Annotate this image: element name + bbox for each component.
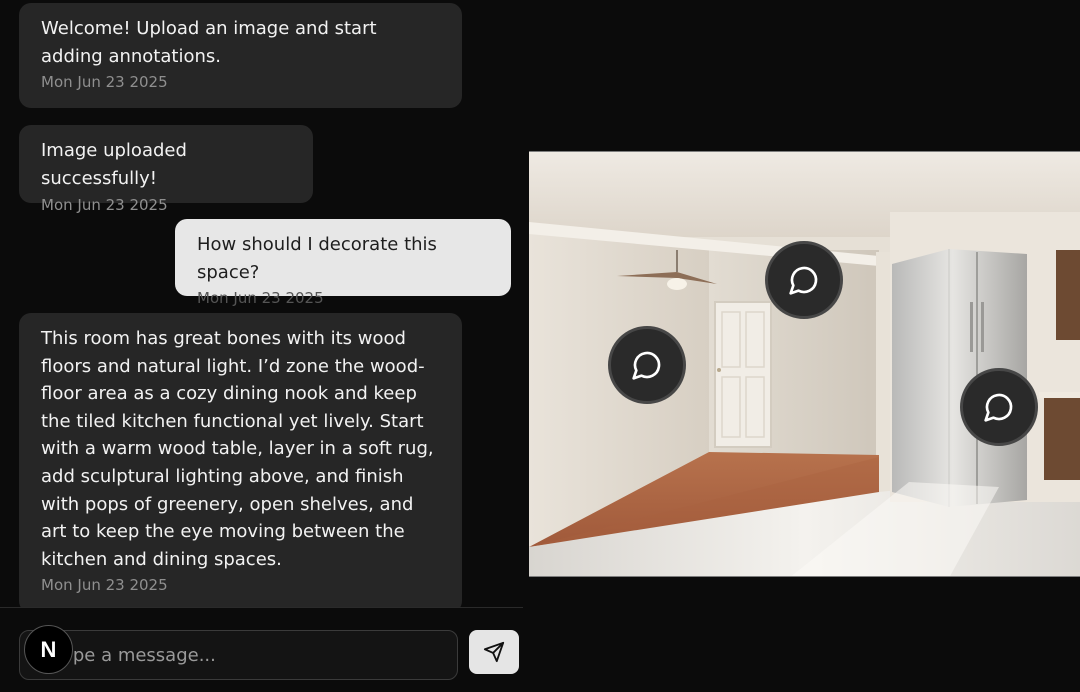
assistant-message: Welcome! Upload an image and start addin… [19,3,462,108]
message-text: Welcome! Upload an image and start addin… [41,18,377,67]
message-circle-icon [789,266,818,295]
app-root: Welcome! Upload an image and start addin… [0,0,1080,692]
assistant-message: This room has great bones with its wood … [19,313,462,607]
image-canvas[interactable] [529,151,1080,577]
brand-logo-badge[interactable]: N [24,625,73,674]
chat-panel: Welcome! Upload an image and start addin… [0,0,523,607]
message-circle-icon [984,393,1013,422]
user-message: How should I decorate this space? Mon Ju… [175,219,511,307]
send-button[interactable] [469,630,519,674]
annotation-pin[interactable] [960,368,1038,446]
message-date: Mon Jun 23 2025 [41,196,168,215]
message-text: This room has great bones with its wood … [41,328,434,570]
composer-divider [0,607,523,608]
send-icon [483,641,505,663]
message-date: Mon Jun 23 2025 [41,73,168,92]
assistant-message: Image uploaded successfully! Mon Jun 23 … [19,125,313,214]
message-circle-icon [632,351,661,380]
message-date: Mon Jun 23 2025 [41,576,168,595]
annotation-pin[interactable] [765,241,843,319]
message-text: Image uploaded successfully! [41,140,187,189]
message-date: Mon Jun 23 2025 [197,289,324,308]
message-text: How should I decorate this space? [197,234,437,283]
annotation-pin[interactable] [608,326,686,404]
message-input[interactable] [19,630,458,680]
brand-logo-letter: N [40,636,57,662]
